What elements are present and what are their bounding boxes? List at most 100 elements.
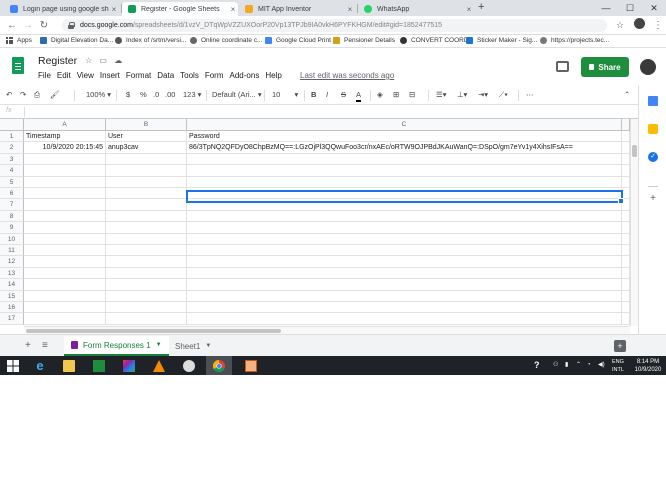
bookmark-apps[interactable]: Apps [6,37,32,44]
bookmark-item[interactable]: Sticker Maker - Sig... [466,37,537,44]
percent-format-button[interactable]: % [140,90,147,100]
browser-tab-register[interactable]: Register - Google Sheets × [122,2,238,16]
text-rotation-icon[interactable]: ⟋▾ [499,90,508,100]
minimize-button[interactable]: — [594,0,618,16]
move-folder-icon[interactable]: ▭ [99,56,107,65]
input-language[interactable]: ENG INTL [612,358,624,374]
cell[interactable]: 10/9/2020 20:15:45 [24,142,106,154]
scroll-thumb[interactable] [26,329,281,333]
last-edit-link[interactable]: Last edit was seconds ago [300,71,394,80]
cell[interactable]: User [106,131,187,143]
cell[interactable] [106,313,187,325]
chevron-down-icon[interactable]: ▼ [205,343,211,349]
row-header[interactable]: 10 [0,233,24,245]
sheet-tab-sheet1[interactable]: Sheet1 ▼ [168,336,218,356]
text-color-button[interactable]: A [356,90,362,102]
profile-avatar-icon[interactable] [634,18,646,29]
cell[interactable] [187,302,622,314]
tasks-icon[interactable]: ✓ [648,152,658,162]
merge-cells-icon[interactable]: ⊟ [409,90,415,100]
row-header[interactable]: 11 [0,245,24,257]
browser-tab-mit[interactable]: MIT App Inventor × [239,2,355,16]
increase-decimal-button[interactable]: .00 [165,90,175,100]
bookmark-item[interactable]: Pensioner Details [333,37,395,44]
cell[interactable] [187,165,622,177]
cell[interactable] [106,267,187,280]
add-sheet-button[interactable]: + [25,340,31,352]
cell[interactable] [187,256,622,268]
cloud-saved-icon[interactable]: ☁ [114,56,122,65]
column-header-b[interactable]: B [106,119,187,131]
keep-icon[interactable] [648,124,658,134]
cell[interactable] [106,256,187,268]
horizontal-align-icon[interactable]: ☰▾ [436,90,447,100]
cell[interactable]: Password [187,131,622,143]
bookmark-item[interactable]: Digital Elevation Da... [40,37,113,44]
star-icon[interactable]: ☆ [85,56,92,65]
sheets-logo-icon[interactable] [12,57,24,74]
cell[interactable] [187,267,622,280]
cell[interactable] [24,153,106,166]
currency-format-button[interactable]: $ [126,90,130,100]
row-header[interactable]: 2 [0,142,24,154]
cell[interactable] [187,233,622,245]
more-formats-select[interactable]: 123 ▾ [183,90,201,100]
cell[interactable] [24,256,106,268]
cell[interactable] [24,245,106,257]
row-header[interactable]: 15 [0,290,24,302]
cell[interactable] [106,290,187,302]
bookmark-item[interactable]: Online coordinate c... [190,37,262,44]
cell[interactable]: anup3cav [106,142,187,154]
tray-people-icon[interactable]: ⚇ [553,356,558,375]
comments-icon[interactable] [556,61,569,72]
taskbar-file-explorer[interactable] [56,356,82,375]
cell[interactable] [106,165,187,177]
row-header[interactable]: 16 [0,302,24,314]
cell[interactable] [24,188,106,200]
vertical-align-icon[interactable]: ⊥▾ [457,90,467,100]
menu-file[interactable]: File [38,71,51,80]
cell[interactable] [106,245,187,257]
back-arrow-icon[interactable]: ← [6,20,18,31]
taskbar-store[interactable] [86,356,112,375]
taskbar-chrome[interactable] [206,356,232,375]
cell[interactable] [187,290,622,302]
font-select[interactable]: Default (Ari... ▾ [212,90,262,100]
taskbar-app-inventor[interactable] [238,356,264,375]
print-icon[interactable]: ⎙ [34,90,40,100]
start-button[interactable] [0,356,26,375]
redo-icon[interactable]: ↷ [20,90,26,100]
menu-view[interactable]: View [77,71,94,80]
account-avatar[interactable] [640,59,656,75]
italic-button[interactable]: I [326,90,328,100]
cell[interactable] [106,279,187,291]
browser-tab-whatsapp[interactable]: WhatsApp × [358,2,474,16]
bold-button[interactable]: B [311,90,316,100]
chevron-down-icon[interactable]: ▼ [156,342,162,348]
row-header[interactable]: 5 [0,176,24,188]
cell[interactable] [187,176,622,188]
get-addons-icon[interactable]: + [648,194,658,204]
cell[interactable] [24,233,106,245]
cell[interactable] [24,222,106,234]
cell[interactable]: Timestamp [24,131,106,143]
strikethrough-button[interactable]: S [341,90,346,100]
cell[interactable] [106,233,187,245]
cell[interactable] [187,188,622,200]
row-header[interactable]: 12 [0,256,24,268]
vertical-scrollbar[interactable] [630,119,638,326]
close-tab-icon[interactable]: × [109,5,119,14]
document-title[interactable]: Register [38,55,77,67]
cell[interactable] [106,176,187,188]
row-header[interactable]: 17 [0,313,24,325]
cell[interactable] [24,302,106,314]
paint-format-icon[interactable]: 🖌 [50,90,60,100]
reload-icon[interactable]: ↻ [38,20,50,31]
row-header[interactable]: 4 [0,165,24,177]
row-header[interactable]: 7 [0,199,24,211]
menu-data[interactable]: Data [157,71,174,80]
column-header-c[interactable]: C [187,119,622,131]
cell[interactable] [24,313,106,325]
column-header-a[interactable]: A [24,119,106,131]
borders-icon[interactable]: ⊞ [393,90,399,100]
